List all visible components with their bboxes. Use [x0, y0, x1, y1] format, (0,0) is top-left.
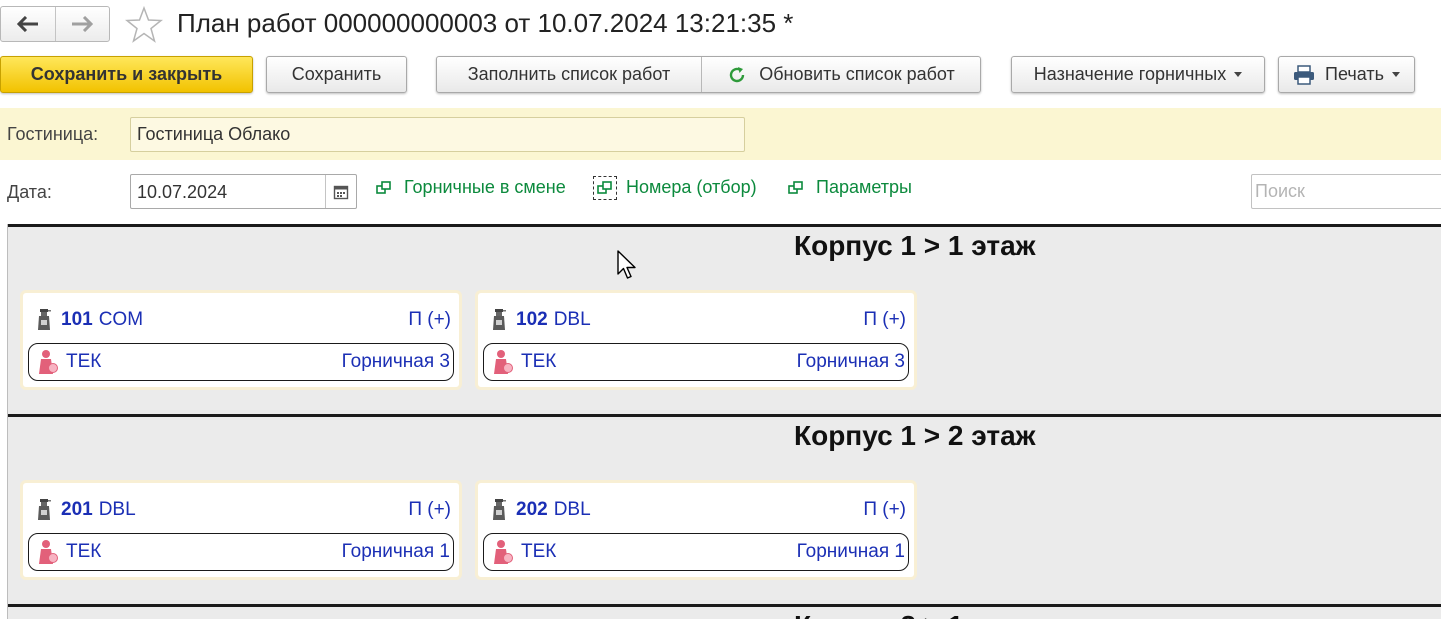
maids-on-shift-link[interactable]: Горничные в смене [376, 177, 566, 198]
maid-icon [494, 350, 513, 374]
refresh-work-list-button[interactable]: Обновить список работ [701, 57, 980, 92]
floor-section: Корпус 1 > 1 этаж 101 COM П (+) ТЕК Горн… [8, 224, 1441, 414]
date-value[interactable]: 10.07.2024 [137, 182, 227, 203]
room-header: 202 DBL П (+) [490, 496, 906, 524]
refresh-icon [730, 66, 745, 82]
cleaning-spray-icon [493, 499, 506, 520]
cleaning-spray-icon [38, 499, 51, 520]
room-type: DBL [553, 309, 591, 330]
date-field[interactable]: 10.07.2024 [130, 174, 357, 209]
room-card[interactable]: 101 COM П (+) ТЕК Горничная 3 [20, 290, 462, 390]
room-status: П (+) [408, 309, 451, 330]
maids-on-shift-label: Горничные в смене [404, 177, 566, 197]
hotel-row: Гостиница: Гостиница Облако [0, 108, 1441, 160]
rooms-filter-link[interactable]: Номера (отбор) [593, 175, 757, 200]
date-label: Дата: [7, 182, 52, 202]
task-row[interactable]: ТЕК Горничная 3 [28, 343, 454, 381]
task-code: ТЕК [521, 351, 557, 372]
room-card[interactable]: 202 DBL П (+) ТЕК Горничная 1 [475, 480, 917, 580]
task-code: ТЕК [66, 351, 102, 372]
cleaning-spray-icon [493, 309, 506, 330]
room-card[interactable]: 102 DBL П (+) ТЕК Горничная 3 [475, 290, 917, 390]
back-button[interactable] [1, 7, 55, 41]
fill-work-list-button[interactable]: Заполнить список работ [437, 57, 701, 92]
cleaning-spray-icon [38, 309, 51, 330]
search-input[interactable] [1251, 174, 1441, 209]
section-title: Корпус 1 > 1 этаж [794, 230, 1036, 261]
room-status: П (+) [408, 499, 451, 520]
section-title: Корпус 2 > 1 этаж [794, 610, 1036, 619]
room-board: Корпус 1 > 1 этаж 101 COM П (+) ТЕК Горн… [7, 224, 1441, 619]
arrow-right-icon [72, 16, 94, 32]
assigned-maid: Горничная 3 [341, 351, 450, 372]
refresh-work-list-label: Обновить список работ [759, 64, 955, 84]
work-list-button-group: Заполнить список работ Обновить список р… [436, 56, 981, 93]
room-header: 201 DBL П (+) [35, 496, 451, 524]
section-title: Корпус 1 > 2 этаж [794, 420, 1036, 451]
rooms-filter-label: Номера (отбор) [626, 177, 757, 197]
navigation-buttons [0, 6, 110, 42]
room-number[interactable]: 202 [516, 499, 548, 521]
room-type: DBL [98, 499, 136, 520]
assigned-maid: Горничная 3 [796, 351, 905, 372]
floor-section: Корпус 2 > 1 этаж [8, 604, 1441, 619]
document-title: План работ 000000000003 от 10.07.2024 13… [177, 8, 794, 38]
maid-icon [39, 350, 58, 374]
printer-icon [1294, 64, 1315, 85]
room-number[interactable]: 101 [61, 309, 93, 331]
mouse-cursor-icon [617, 250, 636, 279]
popup-link-icon [593, 175, 617, 200]
task-code: ТЕК [521, 541, 557, 562]
room-number[interactable]: 201 [61, 499, 93, 521]
room-status: П (+) [863, 309, 906, 330]
room-number[interactable]: 102 [516, 309, 548, 331]
star-icon[interactable] [125, 6, 163, 44]
save-button[interactable]: Сохранить [266, 56, 407, 93]
print-label: Печать [1325, 64, 1384, 84]
chevron-down-icon [1234, 72, 1243, 77]
calendar-icon [333, 185, 349, 199]
room-header: 102 DBL П (+) [490, 306, 906, 334]
task-code: ТЕК [66, 541, 102, 562]
maid-icon [39, 540, 58, 564]
assign-maids-label: Назначение горничных [1033, 64, 1227, 84]
forward-button[interactable] [54, 7, 110, 41]
assign-maids-button[interactable]: Назначение горничных [1011, 56, 1265, 93]
assigned-maid: Горничная 1 [341, 541, 450, 562]
task-row[interactable]: ТЕК Горничная 1 [483, 533, 909, 571]
room-header: 101 COM П (+) [35, 306, 451, 334]
task-row[interactable]: ТЕК Горничная 1 [28, 533, 454, 571]
maid-icon [494, 540, 513, 564]
room-type: DBL [553, 499, 591, 520]
chevron-down-icon [1391, 72, 1400, 77]
arrow-left-icon [16, 16, 38, 32]
popup-link-icon [376, 180, 392, 196]
room-type: COM [98, 309, 144, 330]
task-row[interactable]: ТЕК Горничная 3 [483, 343, 909, 381]
parameters-label: Параметры [816, 177, 912, 197]
parameters-link[interactable]: Параметры [788, 177, 912, 198]
room-card[interactable]: 201 DBL П (+) ТЕК Горничная 1 [20, 480, 462, 580]
assigned-maid: Горничная 1 [796, 541, 905, 562]
save-and-close-button[interactable]: Сохранить и закрыть [0, 56, 253, 93]
print-button[interactable]: Печать [1278, 56, 1415, 93]
floor-section: Корпус 1 > 2 этаж 201 DBL П (+) ТЕК Горн… [8, 414, 1441, 604]
hotel-field[interactable]: Гостиница Облако [130, 117, 745, 152]
hotel-label: Гостиница: [7, 124, 99, 144]
popup-link-icon [788, 180, 804, 196]
room-status: П (+) [863, 499, 906, 520]
calendar-button[interactable] [325, 175, 356, 208]
